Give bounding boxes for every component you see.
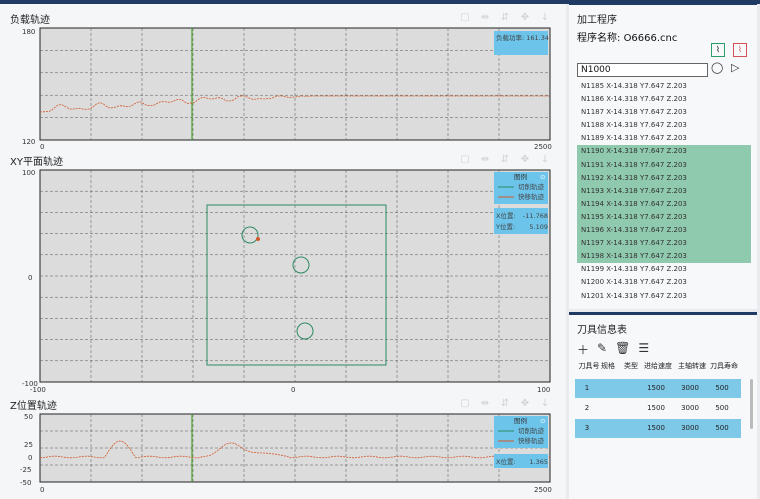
ytick: 0	[28, 274, 32, 282]
line-chart-red-icon[interactable]: ⌇	[733, 43, 747, 57]
ytick: 25	[24, 441, 33, 449]
program-line[interactable]: N1193 X-14.318 Y7.647 Z.203	[577, 184, 751, 198]
ytick: 100	[22, 169, 35, 177]
tool-position-dot	[256, 237, 260, 241]
ytick-max: 180	[22, 28, 35, 36]
legend-cut: 切削轨迹	[518, 182, 545, 191]
program-line[interactable]: N1194 X-14.318 Y7.647 Z.203	[577, 197, 751, 211]
tool-panel-title: 刀具信息表	[577, 325, 627, 336]
program-panel: 加工程序 程序名称: O6666.cnc ⌇ ⌇ N1000 ◯ ▷ N1185…	[569, 2, 757, 309]
col-header: 规格	[601, 362, 615, 370]
program-line[interactable]: N1189 X-14.318 Y7.647 Z.203	[577, 132, 751, 145]
ytick: -50	[20, 479, 31, 487]
tool-id: 2	[584, 404, 590, 412]
tool-spindle: 3000	[681, 424, 699, 432]
tool-row[interactable]: 2 1500 3000 500	[575, 399, 741, 418]
delete-icon[interactable]: 🗑	[615, 341, 630, 358]
play-icon[interactable]: ▷	[731, 61, 739, 74]
xtick: 0	[40, 486, 44, 494]
xtick: -100	[30, 386, 46, 394]
program-line[interactable]: N1191 X-14.318 Y7.647 Z.203	[577, 158, 751, 172]
z-pos-value: 1.365	[529, 458, 548, 466]
program-panel-title: 加工程序	[577, 15, 617, 26]
program-line[interactable]: N1199 X-14.318 Y7.647 Z.203	[577, 263, 751, 276]
tool-spindle: 3000	[681, 404, 699, 412]
program-line[interactable]: N1186 X-14.318 Y7.647 Z.203	[577, 93, 751, 106]
tool-row[interactable]: 3 1500 3000 500	[575, 419, 741, 438]
program-line[interactable]: N1200 X-14.318 Y7.647 Z.203	[577, 276, 751, 289]
tool-id: 1	[584, 384, 590, 392]
tool-feed: 1500	[647, 404, 665, 412]
program-line[interactable]: N1187 X-14.318 Y7.647 Z.203	[577, 106, 751, 119]
legend-fast: 快移轨迹	[518, 192, 545, 201]
x-pos-label: X位置:	[496, 211, 516, 220]
program-icons: ⌇ ⌇	[711, 43, 747, 57]
tool-id: 3	[584, 424, 590, 432]
tool-life: 500	[715, 424, 729, 432]
ytick: 50	[24, 413, 33, 421]
tool-panel: 刀具信息表 ＋ ✎ 🗑 ☰ 刀具号 规格 类型 进给速度 主轴转速 刀具寿命 1…	[569, 312, 757, 499]
program-line[interactable]: N1188 X-14.318 Y7.647 Z.203	[577, 119, 751, 132]
x-pos-value: -11.768	[523, 212, 548, 220]
xtick-min: 0	[40, 143, 44, 151]
tool-feed: 1500	[647, 424, 665, 432]
tool-toolbar: ＋ ✎ 🗑 ☰	[577, 341, 649, 358]
tool-feed: 1500	[647, 384, 665, 392]
program-line[interactable]: N1185 X-14.318 Y7.647 Z.203	[577, 80, 751, 93]
tool-spindle: 3000	[681, 384, 699, 392]
legend-title: 图例	[514, 172, 527, 181]
legend-title: 图例	[514, 416, 527, 425]
line-chart-icon[interactable]: ⌇	[711, 43, 725, 57]
load-readout: 负载功率: 161.34	[496, 33, 549, 42]
list-search-icon[interactable]: ☰	[638, 341, 649, 358]
tool-life: 500	[715, 384, 729, 392]
program-line-list[interactable]: N1185 X-14.318 Y7.647 Z.203 N1186 X-14.31…	[577, 80, 751, 303]
edit-icon[interactable]: ✎	[597, 341, 607, 358]
xtick: 0	[291, 386, 295, 394]
charts-svg: 负载功率: 161.34 180 120 0 2500 图例 ⊙ 切削轨迹 快移…	[20, 27, 552, 494]
legend-collapse-icon[interactable]: ⊙	[540, 173, 545, 181]
program-name: 程序名称: O6666.cnc	[577, 29, 677, 44]
col-header: 类型	[624, 362, 638, 370]
legend-collapse-icon[interactable]: ⊙	[540, 417, 545, 425]
program-line[interactable]: N1197 X-14.318 Y7.647 Z.203	[577, 237, 751, 251]
tool-table-header: 刀具号 规格 类型 进给速度 主轴转速 刀具寿命	[577, 361, 747, 371]
col-header: 刀具寿命	[710, 362, 738, 370]
y-pos-value: 5.109	[529, 223, 548, 231]
search-icon[interactable]: ◯	[711, 61, 723, 74]
program-line[interactable]: N1201 X-14.318 Y7.647 Z.203	[577, 290, 751, 303]
col-header: 进给速度	[644, 362, 672, 370]
program-line[interactable]: N1190 X-14.318 Y7.647 Z.203	[577, 145, 751, 159]
ytick: 0	[28, 454, 32, 462]
program-line[interactable]: N1196 X-14.318 Y7.647 Z.203	[577, 224, 751, 238]
ytick: -25	[20, 466, 31, 474]
legend-cut: 切削轨迹	[518, 426, 545, 435]
add-icon[interactable]: ＋	[577, 341, 589, 358]
xtick-max: 2500	[534, 143, 552, 151]
xtick: 100	[537, 386, 550, 394]
y-pos-label: Y位置:	[495, 222, 515, 231]
z-pos-label: X位置:	[496, 457, 516, 466]
search-input[interactable]: N1000	[577, 63, 708, 77]
col-header: 刀具号	[578, 362, 600, 370]
col-header: 主轴转速	[678, 362, 706, 370]
legend-fast: 快移轨迹	[518, 436, 545, 445]
tool-table-scrollbar[interactable]	[750, 379, 753, 429]
tool-life: 500	[715, 404, 729, 412]
xtick: 2500	[534, 486, 552, 494]
program-line[interactable]: N1198 X-14.318 Y7.647 Z.203	[577, 250, 751, 264]
program-line[interactable]: N1192 X-14.318 Y7.647 Z.203	[577, 171, 751, 185]
ytick-min: 120	[22, 138, 35, 146]
program-name-value: O6666.cnc	[623, 33, 678, 44]
program-line[interactable]: N1195 X-14.318 Y7.647 Z.203	[577, 210, 751, 225]
program-name-label: 程序名称:	[577, 33, 621, 44]
tool-row[interactable]: 1 1500 3000 500	[575, 379, 741, 398]
